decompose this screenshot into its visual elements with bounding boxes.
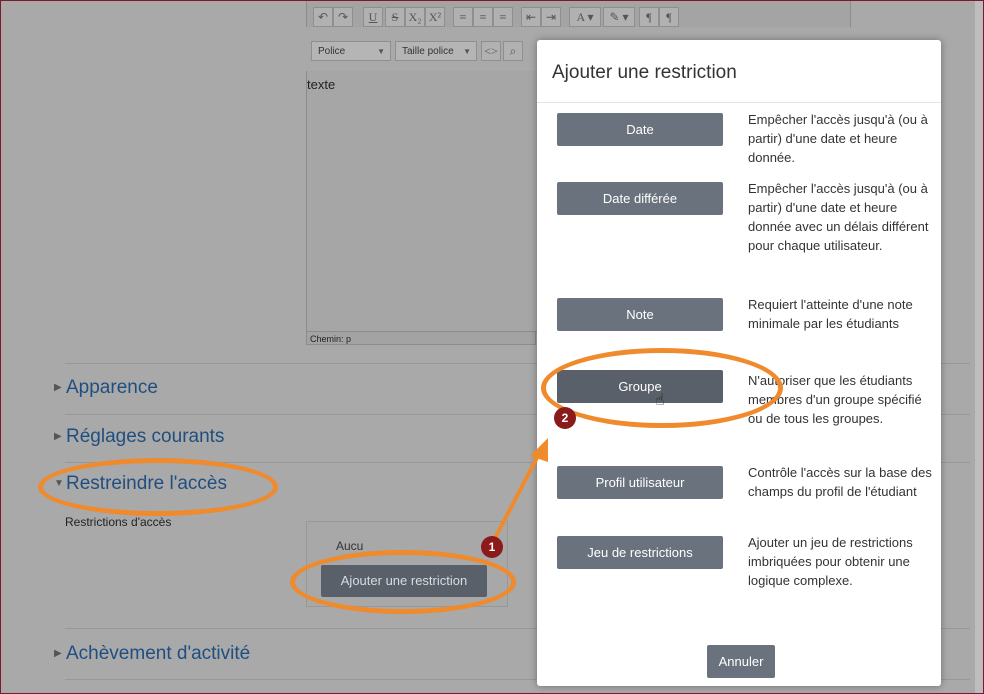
step-badge-1: 1 [481,536,503,558]
highlight-ellipse [38,458,278,516]
section-apparence-label: Apparence [66,377,158,398]
caret-right-icon: ▶ [54,431,62,442]
restrictions-label: Restrictions d'accès [65,515,172,529]
rtl-icon[interactable]: ¶ [659,7,679,27]
subscript-icon[interactable]: X₂ [405,7,425,27]
dialog-divider [537,102,941,103]
align-right-icon[interactable]: ≡ [493,7,513,27]
date-differee-button[interactable]: Date différée [557,182,723,215]
html-source-icon[interactable]: <> [481,41,501,61]
font-color-icon[interactable]: A ▾ [569,7,601,27]
highlight-ellipse [541,348,783,428]
dialog-title: Ajouter une restriction [552,62,737,83]
step-badge-2: 2 [554,407,576,429]
jeu-de-restrictions-button[interactable]: Jeu de restrictions [557,536,723,569]
note-description: Requiert l'atteinte d'une note minimale … [748,297,913,331]
profil-utilisateur-description: Contrôle l'accès sur la base des champs … [748,465,932,499]
find-icon[interactable]: ⌕ [503,41,523,61]
cancel-button[interactable]: Annuler [707,645,775,678]
section-reglages-label: Réglages courants [66,426,225,447]
date-button[interactable]: Date [557,113,723,146]
editor-text: texte [307,77,336,92]
size-select-label: Taille police [402,46,454,57]
chevron-down-icon: ▼ [463,47,471,56]
caret-right-icon: ▶ [54,382,62,393]
font-select-label: Police [318,46,346,57]
section-reglages[interactable]: ▶ Réglages courants [54,426,225,448]
highlight-icon[interactable]: ✎ ▾ [603,7,635,27]
section-achevement-label: Achèvement d'activité [66,643,251,664]
caret-right-icon: ▶ [54,648,62,659]
hand-cursor-icon: ☝ [655,392,665,409]
outdent-icon[interactable]: ⇤ [521,7,541,27]
section-achevement[interactable]: ▶ Achèvement d'activité [54,643,251,665]
date-description: Empêcher l'accès jusqu'à (ou à partir) d… [748,112,928,165]
ltr-icon[interactable]: ¶ [639,7,659,27]
note-button[interactable]: Note [557,298,723,331]
no-restrictions-text: Aucu [336,539,364,553]
redo-icon[interactable]: ↷ [333,7,353,27]
superscript-icon[interactable]: X² [425,7,445,27]
date-differee-description: Empêcher l'accès jusqu'à (ou à partir) d… [748,181,929,253]
jeu-de-restrictions-description: Ajouter un jeu de restrictions imbriquée… [748,535,913,588]
font-size-select[interactable]: Taille police ▼ [395,41,477,61]
chevron-down-icon: ▼ [377,47,385,56]
indent-icon[interactable]: ⇥ [541,7,561,27]
align-left-icon[interactable]: ≡ [453,7,473,27]
font-family-select[interactable]: Police ▼ [311,41,391,61]
section-apparence[interactable]: ▶ Apparence [54,377,158,399]
undo-icon[interactable]: ↶ [313,7,333,27]
editor-path: Chemin: p [306,331,536,345]
highlight-ellipse [290,550,516,614]
align-center-icon[interactable]: ≡ [473,7,493,27]
underline-icon[interactable]: U [363,7,383,27]
strikethrough-icon[interactable]: S [385,7,405,27]
editor-toolbar: ↶ ↷ U S X₂ X² ≡ ≡ ≡ ⇤ ⇥ A ▾ ✎ ▾ ¶ ¶ [306,1,851,27]
profil-utilisateur-button[interactable]: Profil utilisateur [557,466,723,499]
